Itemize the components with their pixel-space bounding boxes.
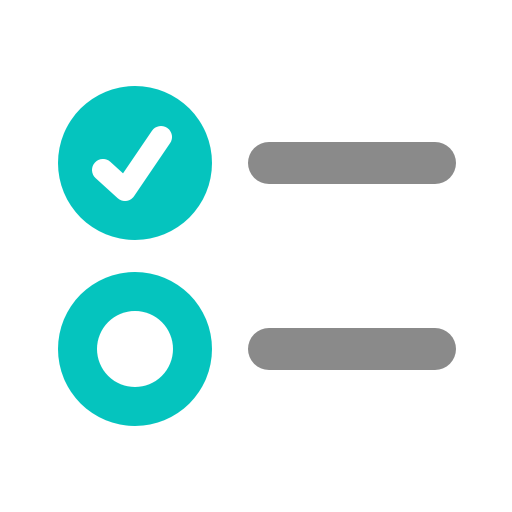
checklist-icon [0,0,512,512]
list-item-line-placeholder [248,142,456,184]
list-item [58,86,456,240]
list-item [58,272,456,426]
checked-circle-icon [58,86,212,240]
list-item-line-placeholder [248,328,456,370]
empty-circle-icon [58,272,212,426]
